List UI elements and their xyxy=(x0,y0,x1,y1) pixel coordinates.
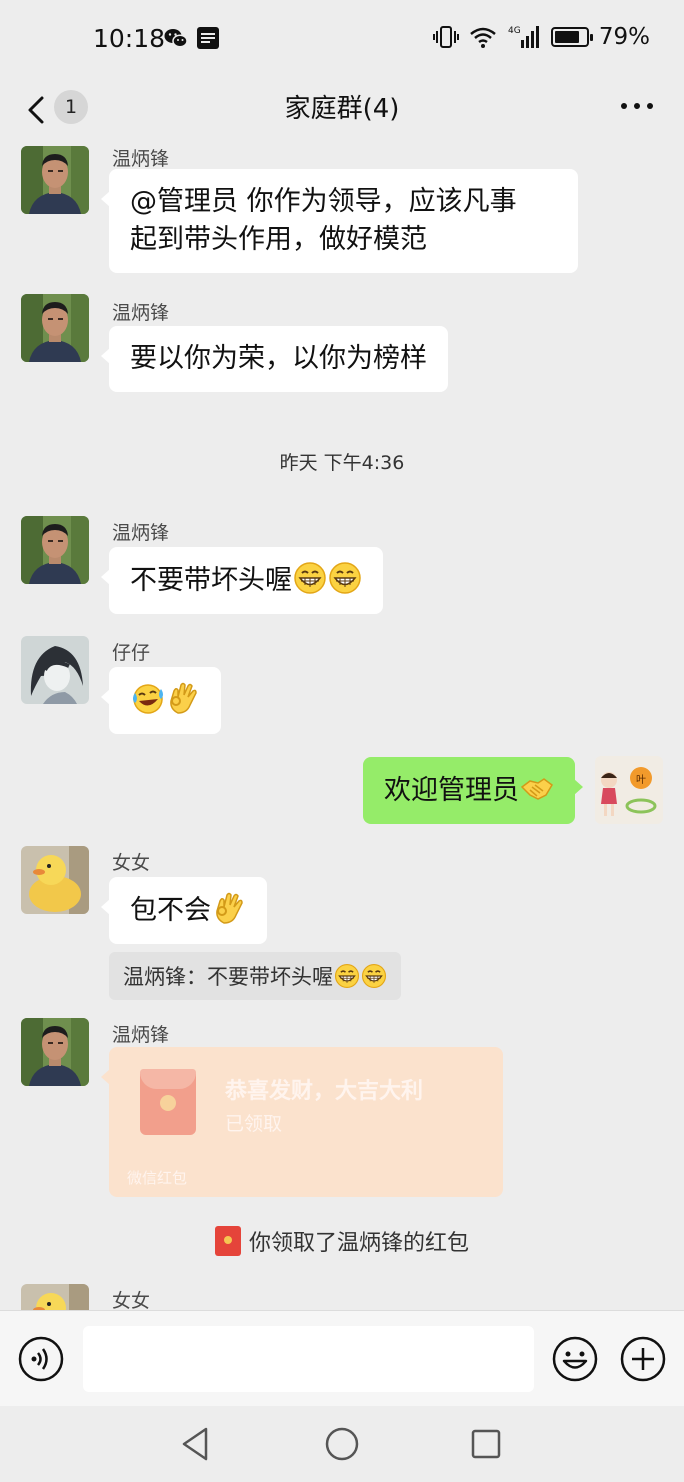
message-bubble[interactable]: 欢迎管理员 xyxy=(363,757,583,824)
sender-name: 温炳锋 xyxy=(112,1024,170,1046)
grin-icon xyxy=(328,561,362,595)
sender-name: 仔仔 xyxy=(112,642,151,664)
battery-percent: 79% xyxy=(598,24,650,50)
nav-recents-icon[interactable] xyxy=(470,1428,502,1460)
system-message: 你领取了温炳锋的红包 xyxy=(0,1225,684,1257)
wechat-icon xyxy=(164,29,188,48)
plus-icon[interactable] xyxy=(620,1336,666,1382)
message-text: 不要带坏头喔 xyxy=(130,565,292,596)
signal-icon: 4G xyxy=(508,26,539,48)
red-packet-card[interactable]: 恭喜发财，大吉大利 已领取 微信红包 xyxy=(101,1047,503,1197)
red-packet-status: 已领取 xyxy=(225,1113,283,1135)
message-timestamp: 昨天 下午4:36 xyxy=(279,452,405,474)
message-bubble[interactable]: @管理员 你作为领导，应该凡事 起到带头作用，做好模范 xyxy=(101,169,578,273)
battery-icon xyxy=(550,27,593,47)
system-message-text: 你领取了温炳锋的红包 xyxy=(248,1231,469,1256)
nav-home-icon[interactable] xyxy=(324,1426,360,1462)
message-input[interactable] xyxy=(83,1326,534,1392)
message-text: 欢迎管理员 xyxy=(384,775,519,806)
avatar[interactable] xyxy=(21,146,89,214)
message-bubble[interactable] xyxy=(101,667,221,734)
handshake-icon xyxy=(520,771,554,805)
sender-name: 温炳锋 xyxy=(112,522,170,544)
message-bubble[interactable]: 包不会 xyxy=(101,877,267,944)
avatar[interactable] xyxy=(21,636,89,704)
grin-icon xyxy=(293,561,327,595)
message-bubble[interactable]: 要以你为荣，以你为榜样 xyxy=(101,326,448,392)
chat-header: 1 家庭群(4) xyxy=(0,80,684,142)
status-notification-icons xyxy=(164,26,220,50)
red-packet-footer: 微信红包 xyxy=(127,1169,188,1187)
message-bubble[interactable]: 不要带坏头喔 xyxy=(101,547,383,614)
grin-icon xyxy=(334,963,360,989)
avatar[interactable] xyxy=(21,1018,89,1086)
svg-text:4G: 4G xyxy=(508,26,521,36)
voice-input-icon[interactable] xyxy=(18,1336,64,1382)
avatar[interactable] xyxy=(595,756,663,824)
status-bar: 10:18 4G 79% xyxy=(0,0,684,80)
quoted-text: 温炳锋：不要带坏头喔 xyxy=(123,965,333,989)
avatar[interactable] xyxy=(21,846,89,914)
sender-name: 温炳锋 xyxy=(112,302,170,324)
sender-name: 温炳锋 xyxy=(112,148,170,170)
chat-message-list[interactable]: 温炳锋 @管理员 你作为领导，应该凡事 起到带头作用，做好模范 温炳锋 要以你为… xyxy=(0,142,684,1310)
sender-name: 女女 xyxy=(112,852,151,874)
emoji-icon[interactable] xyxy=(552,1336,598,1382)
system-navigation-bar xyxy=(0,1406,684,1482)
message-input-bar xyxy=(0,1310,684,1406)
status-time: 10:18 xyxy=(93,24,166,53)
laugh-cry-icon xyxy=(131,681,165,715)
avatar[interactable] xyxy=(21,516,89,584)
app-notification-icon xyxy=(197,27,219,49)
vibrate-icon xyxy=(432,26,459,48)
ok-hand-icon xyxy=(166,681,200,715)
message-text-line: @管理员 你作为领导，应该凡事 xyxy=(130,186,517,217)
red-packet-icon xyxy=(140,1069,196,1135)
avatar[interactable] xyxy=(21,1284,89,1310)
message-text-line: 起到带头作用，做好模范 xyxy=(130,224,427,255)
message-text: 包不会 xyxy=(130,895,211,926)
red-packet-icon xyxy=(214,1226,241,1256)
chat-title: 家庭群(4) xyxy=(284,94,400,124)
red-packet-title: 恭喜发财，大吉大利 xyxy=(225,1079,424,1104)
sender-name: 女女 xyxy=(112,1290,151,1310)
status-system-icons: 4G 79% xyxy=(432,24,650,50)
quoted-message[interactable]: 温炳锋：不要带坏头喔 xyxy=(109,952,401,1000)
more-options-icon[interactable] xyxy=(620,94,654,118)
ok-hand-icon xyxy=(212,891,246,925)
nav-back-icon[interactable] xyxy=(180,1426,212,1462)
grin-icon xyxy=(361,963,387,989)
wifi-icon xyxy=(470,27,496,48)
message-text: 要以你为荣，以你为榜样 xyxy=(130,343,427,374)
avatar[interactable] xyxy=(21,294,89,362)
